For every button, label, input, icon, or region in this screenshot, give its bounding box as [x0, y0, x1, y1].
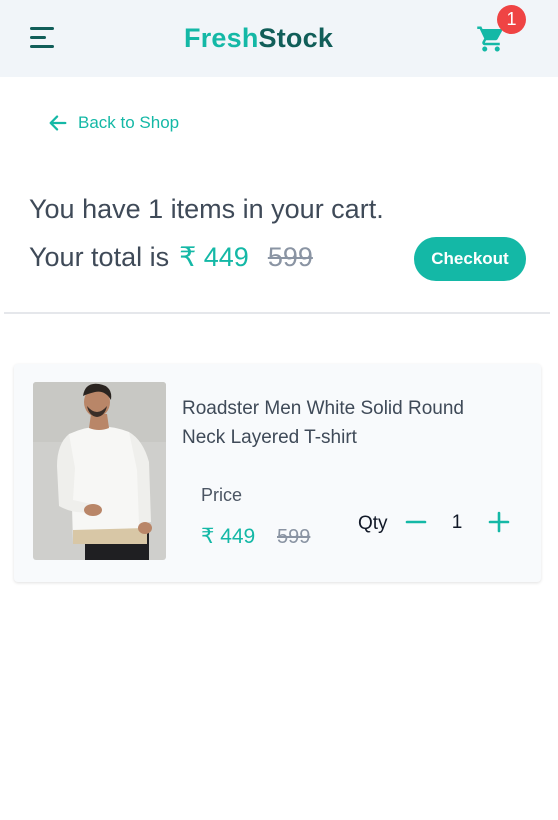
minus-icon[interactable] — [405, 510, 427, 534]
cart-count-badge: 1 — [497, 5, 526, 34]
back-to-shop-label: Back to Shop — [78, 113, 180, 132]
total-price: ₹ 449 — [179, 242, 249, 272]
brand-name-part1: Fresh — [184, 23, 259, 53]
section-divider — [4, 312, 550, 314]
back-to-shop-link[interactable]: Back to Shop — [47, 110, 179, 136]
plus-icon[interactable] — [488, 510, 510, 534]
item-original-price: 599 — [277, 526, 311, 548]
total-prefix: Your total is — [29, 242, 170, 272]
brand-logo[interactable]: FreshStock — [184, 23, 333, 54]
product-name[interactable]: Roadster Men White Solid Round Neck Laye… — [182, 394, 502, 452]
total-original-price: 599 — [267, 242, 313, 272]
arrow-left-icon — [49, 115, 67, 131]
qty-label: Qty — [358, 513, 388, 534]
product-image[interactable] — [33, 382, 166, 560]
hamburger-menu-icon[interactable] — [30, 27, 58, 51]
quantity-value: 1 — [451, 512, 463, 533]
price-label: Price — [201, 485, 243, 505]
item-price: ₹ 449 — [201, 525, 256, 548]
cart-item-card: Roadster Men White Solid Round Neck Laye… — [14, 364, 541, 582]
brand-name-part2: Stock — [258, 23, 334, 53]
cart-item-count-text: You have 1 items in your cart. — [29, 194, 384, 224]
cart-total-line: Your total is ₹ 449 599 — [29, 242, 313, 273]
app-header: FreshStock 1 — [0, 0, 558, 77]
checkout-button[interactable]: Checkout — [414, 237, 526, 281]
